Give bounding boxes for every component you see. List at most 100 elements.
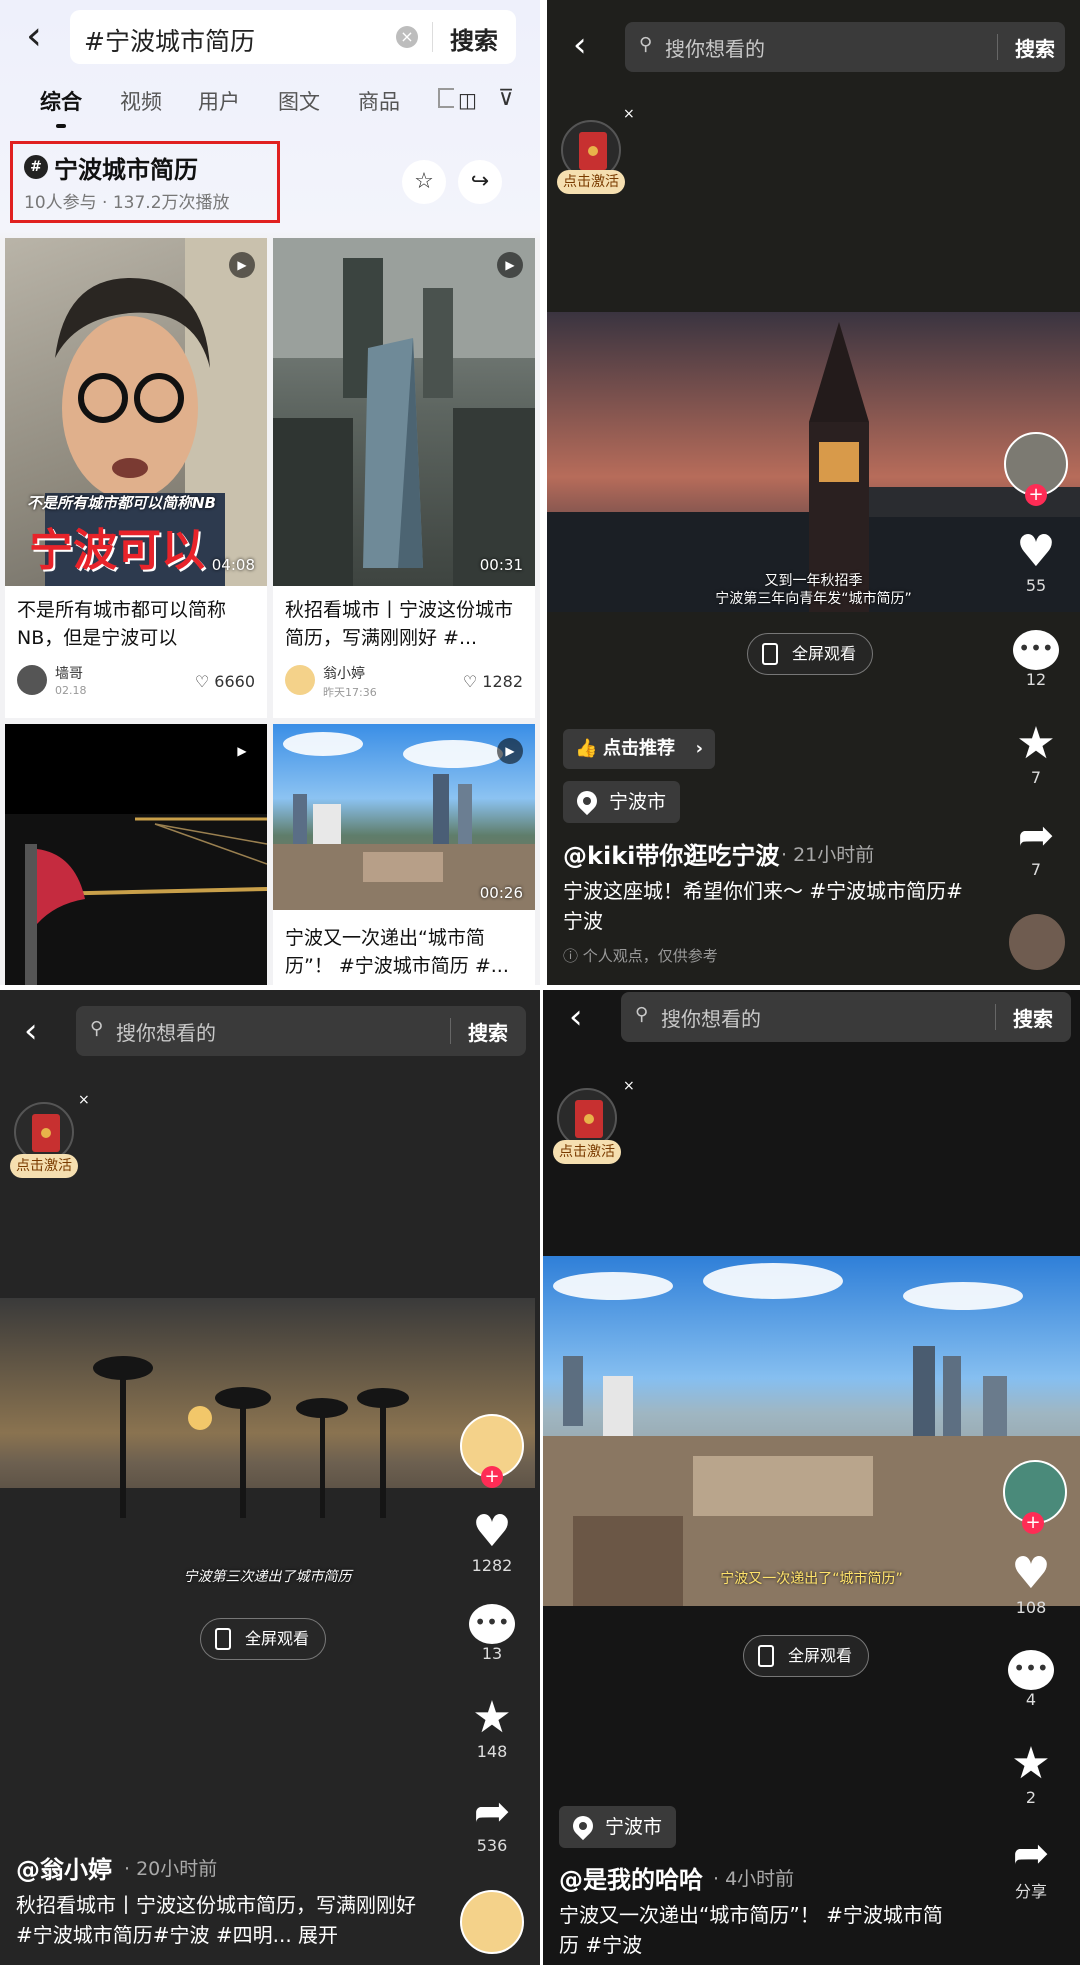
video-duration: 04:08 <box>211 556 255 574</box>
back-icon[interactable]: ‹ <box>569 1000 583 1034</box>
creator-username[interactable]: @翁小婷 <box>16 1850 112 1885</box>
video-subtitle-line1: 又到一年秋招季 <box>764 573 863 589</box>
like-button[interactable]: ♥ 1282 <box>462 1508 522 1576</box>
search-button[interactable]: 搜索 <box>450 21 498 56</box>
activate-badge[interactable]: 点击激活 <box>557 170 625 194</box>
music-disc-icon[interactable] <box>460 1890 524 1954</box>
topic-title[interactable]: 宁波城市简历 <box>54 150 198 185</box>
like-button[interactable]: ♥ 108 <box>1001 1548 1061 1618</box>
follow-plus-icon[interactable]: + <box>1022 1512 1044 1534</box>
tab-video[interactable]: 视频 <box>120 86 162 116</box>
share-button[interactable]: ➦ 7 <box>1006 812 1066 880</box>
video-frame[interactable]: 宁波又一次递出了“城市简历” <box>543 1256 1080 1606</box>
topic-stats: 10人参与 · 137.2万次播放 <box>24 193 230 213</box>
close-icon[interactable]: × <box>78 1092 90 1108</box>
heart-icon: ♥ <box>1011 1548 1051 1599</box>
search-button[interactable]: 搜索 <box>468 1017 508 1046</box>
tab-user[interactable]: 用户 <box>198 86 240 116</box>
creator-username[interactable]: @kiki带你逛吃宁波 <box>563 836 779 871</box>
search-input[interactable]: 搜你想看的 <box>665 33 765 62</box>
favorite-button[interactable]: ★ 2 <box>1001 1740 1061 1808</box>
music-disc-icon[interactable] <box>1009 914 1065 970</box>
author-avatar[interactable] <box>17 665 47 695</box>
like-count[interactable]: ♡ 6660 <box>195 672 255 691</box>
rotate-screen-icon <box>758 1645 774 1667</box>
play-icon: ▶ <box>229 738 255 764</box>
filter-icon[interactable]: ⊽ <box>498 86 514 111</box>
search-bar[interactable]: #宁波城市简历 × 搜索 <box>70 10 516 64</box>
comment-button[interactable]: ••• 12 <box>1006 630 1066 689</box>
search-icon: ⚲ <box>90 1018 104 1039</box>
play-icon: ▶ <box>497 738 523 764</box>
more-tabs-fade <box>438 88 454 108</box>
red-packet-icon[interactable] <box>14 1102 74 1162</box>
share-button[interactable]: ➦ 分享 <box>1001 1830 1061 1902</box>
location-chip[interactable]: 宁波市 <box>559 1806 677 1848</box>
location-chip[interactable]: 宁波市 <box>563 781 681 823</box>
search-input[interactable]: 搜你想看的 <box>661 1003 761 1032</box>
back-icon[interactable]: ‹ <box>24 1014 38 1048</box>
thumbnail-art <box>273 732 535 910</box>
red-packet-icon[interactable] <box>557 1088 617 1148</box>
tab-comprehensive[interactable]: 综合 <box>40 86 82 116</box>
post-date: 02.18 <box>55 684 87 697</box>
search-input[interactable]: 搜你想看的 <box>116 1017 216 1046</box>
author-avatar[interactable] <box>285 665 315 695</box>
tab-goods[interactable]: 商品 <box>358 86 400 116</box>
author-name[interactable]: 墙哥 <box>55 663 83 683</box>
video-description: 宁波又一次递出“城市简历”！ #宁波城市简历 #宁波 <box>559 1903 943 1957</box>
close-icon[interactable]: × <box>623 1078 635 1094</box>
location-pin-icon <box>572 786 602 816</box>
video-player-panel: ‹ ⚲ 搜你想看的 搜索 × 点击激活 宁波第三次递出了城市简历 全屏观看 + … <box>0 990 540 1965</box>
search-button[interactable]: 搜索 <box>1013 1003 1053 1032</box>
video-thumbnail: 不是所有城市都可以简称NB 宁波可以 ▶ 04:08 <box>5 238 267 586</box>
post-date: 昨天17:36 <box>323 686 377 699</box>
video-frame[interactable]: 宁波第三次递出了城市简历 <box>0 1298 535 1598</box>
like-button[interactable]: ♥ 55 <box>1006 528 1066 596</box>
tab-image-text[interactable]: 图文 <box>278 86 320 116</box>
follow-plus-icon[interactable]: + <box>481 1466 503 1488</box>
overlay-text-line2: 宁波可以 <box>29 525 205 576</box>
search-icon: ⚲ <box>639 34 653 55</box>
layout-toggle-icon[interactable]: ◫ <box>458 88 477 112</box>
close-icon[interactable]: × <box>623 106 635 122</box>
activate-badge[interactable]: 点击激活 <box>553 1140 621 1164</box>
search-input[interactable]: #宁波城市简历 <box>84 22 255 58</box>
search-bar[interactable]: ⚲ 搜你想看的 搜索 <box>76 1006 526 1056</box>
favorite-button[interactable]: ★ 7 <box>1006 720 1066 788</box>
video-frame[interactable]: 又到一年秋招季 宁波第三年向青年发“城市简历” <box>547 312 1080 612</box>
clear-icon[interactable]: × <box>396 26 418 48</box>
video-title: 宁波又一次递出“城市简历”！ #宁波城市简历 #... <box>285 927 509 977</box>
fullscreen-button[interactable]: 全屏观看 <box>200 1618 327 1660</box>
author-name[interactable]: 翁小婷 <box>323 663 365 683</box>
comment-icon: ••• <box>469 1604 515 1644</box>
video-title: 秋招看城市丨宁波这份城市简历，写满刚刚好 #... <box>285 599 514 649</box>
video-duration: 00:31 <box>479 556 523 574</box>
video-player-panel: ‹ ⚲ 搜你想看的 搜索 × 点击激活 宁波又一次递出了“城市简历” 全屏观看 … <box>543 990 1080 1965</box>
like-count[interactable]: ♡ 1282 <box>463 672 523 691</box>
favorite-button[interactable]: ★ 148 <box>462 1694 522 1762</box>
video-card[interactable]: ▶ 00:31 秋招看城市丨宁波这份城市简历，写满刚刚好 #... 翁小婷 昨天… <box>273 238 535 718</box>
back-icon[interactable]: ‹ <box>573 28 587 62</box>
comment-button[interactable]: ••• 13 <box>462 1604 522 1663</box>
video-card[interactable]: ▶ 00:26 宁波又一次递出“城市简历”！ #宁波城市简历 #... <box>273 724 535 985</box>
video-card[interactable]: 不是所有城市都可以简称NB 宁波可以 ▶ 04:08 不是所有城市都可以简称NB… <box>5 238 267 718</box>
share-button[interactable]: ➦ 536 <box>462 1788 522 1856</box>
share-topic-button[interactable]: ↪ <box>458 160 502 204</box>
creator-username[interactable]: @是我的哈哈 <box>559 1860 703 1895</box>
search-bar[interactable]: ⚲ 搜你想看的 搜索 <box>625 22 1065 72</box>
fullscreen-button[interactable]: 全屏观看 <box>743 1635 870 1677</box>
rotate-screen-icon <box>762 643 778 665</box>
search-bar[interactable]: ⚲ 搜你想看的 搜索 <box>621 992 1071 1042</box>
follow-plus-icon[interactable]: + <box>1025 484 1047 506</box>
favorite-topic-button[interactable]: ☆ <box>402 160 446 204</box>
activate-badge[interactable]: 点击激活 <box>10 1154 78 1178</box>
search-button[interactable]: 搜索 <box>1015 33 1055 62</box>
video-card[interactable]: ▶ <box>5 724 267 985</box>
back-icon[interactable]: ‹ <box>26 16 66 58</box>
play-icon: ▶ <box>497 252 523 278</box>
search-divider <box>997 34 998 60</box>
recommend-button[interactable]: 👍 点击推荐 › <box>563 729 715 769</box>
comment-button[interactable]: ••• 4 <box>1001 1650 1061 1709</box>
fullscreen-button[interactable]: 全屏观看 <box>747 633 874 675</box>
